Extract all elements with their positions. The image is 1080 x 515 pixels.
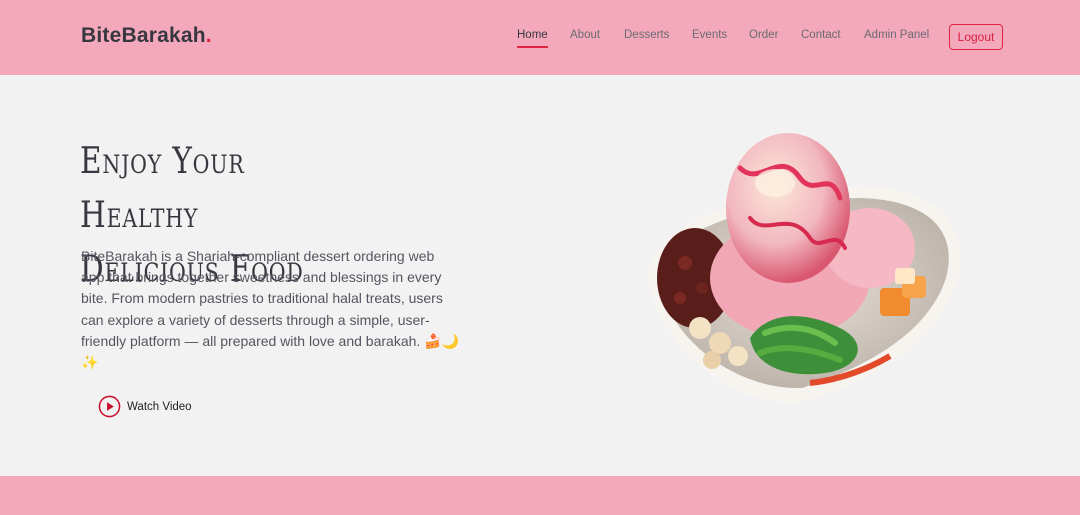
site-header: BiteBarakah. Home About Desserts Events … xyxy=(0,0,1080,75)
watch-video-label: Watch Video xyxy=(127,400,192,413)
nav-home[interactable]: Home xyxy=(517,29,548,48)
nav-events[interactable]: Events xyxy=(692,29,727,46)
logo-dot: . xyxy=(205,24,212,47)
nav-order[interactable]: Order xyxy=(749,29,778,46)
hero-description: BiteBarakah is a Shariah-compliant desse… xyxy=(81,248,460,371)
dessert-bowl-image xyxy=(648,133,961,404)
nav-about[interactable]: About xyxy=(570,29,600,46)
footer-band xyxy=(0,476,1080,515)
logo-text: BiteBarakah xyxy=(81,24,206,47)
play-circle-icon xyxy=(98,395,121,418)
watch-video-button[interactable]: Watch Video xyxy=(98,395,192,418)
nav-contact[interactable]: Contact xyxy=(801,29,841,46)
nav-desserts[interactable]: Desserts xyxy=(624,29,669,46)
logo[interactable]: BiteBarakah. xyxy=(81,24,212,48)
logout-button[interactable]: Logout xyxy=(949,24,1003,50)
nav-admin-panel[interactable]: Admin Panel xyxy=(864,29,929,46)
